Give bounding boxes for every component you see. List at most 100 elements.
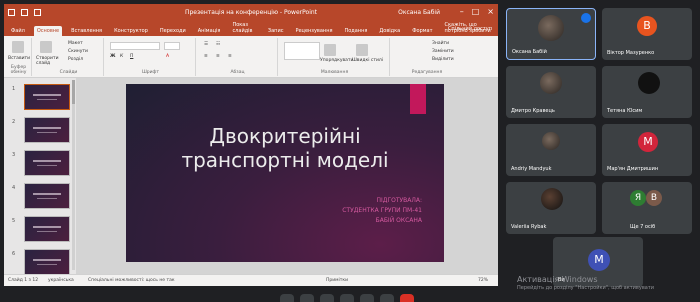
align-right-icon[interactable]: ≡ [228, 54, 232, 59]
participant-name: Valeriia Rybak [511, 224, 547, 230]
close-icon[interactable]: × [487, 7, 494, 16]
participant-tile[interactable]: Оксана Бабій [506, 8, 596, 60]
slide-counter: Слайд 1 з 12 [8, 278, 39, 283]
participant-tile[interactable]: Andriy Mandyuk [506, 124, 596, 176]
participant-name: Віктор Мазуренко [607, 50, 655, 56]
camera-icon[interactable] [300, 294, 314, 302]
accessibility-status[interactable]: Спеціальні можливості: щось не так [88, 278, 175, 283]
font-size-field[interactable] [164, 42, 180, 50]
thumbnails-scrollbar[interactable] [72, 80, 75, 270]
captions-icon[interactable] [320, 294, 334, 302]
italic-icon[interactable]: К [120, 54, 123, 59]
avatar: M [588, 249, 610, 271]
slide-thumbnail-2[interactable] [24, 117, 70, 143]
language-indicator[interactable]: українська [48, 278, 74, 283]
participant-tile[interactable]: М Мар'ян Дмитришин [602, 124, 692, 176]
tab-format[interactable]: Формат [409, 26, 435, 36]
paste-button[interactable]: Вставити [8, 56, 30, 61]
end-call-icon[interactable] [400, 294, 414, 302]
participant-tile[interactable]: В Віктор Мазуренко [602, 8, 692, 60]
slide-thumbnail-1[interactable] [24, 84, 70, 110]
slide-title-line-1: Двокритерійні [209, 124, 361, 148]
underline-icon[interactable]: П [130, 54, 133, 59]
quick-styles-button[interactable]: Швидкі стилі [352, 58, 386, 63]
avatar: В [646, 190, 662, 206]
avatar: М [638, 132, 658, 152]
tab-transitions[interactable]: Переходи [157, 26, 189, 36]
tab-view[interactable]: Подання [341, 26, 370, 36]
font-name-field[interactable] [110, 42, 160, 50]
shapes-gallery[interactable] [284, 42, 320, 60]
bullets-icon[interactable]: ☰ [204, 42, 208, 47]
select-button[interactable]: Виділити [432, 57, 454, 62]
maximize-icon[interactable]: □ [472, 7, 480, 16]
slide-thumbnail-3[interactable] [24, 150, 70, 176]
call-controls [280, 294, 414, 302]
layout-button[interactable]: Макет [68, 41, 83, 46]
tab-review[interactable]: Рецензування [292, 26, 335, 36]
thumb-number: 5 [12, 218, 16, 224]
replace-button[interactable]: Замінити [432, 49, 454, 54]
microphone-icon[interactable] [280, 294, 294, 302]
font-color-icon[interactable]: A [166, 54, 169, 59]
align-center-icon[interactable]: ≡ [216, 54, 220, 59]
raise-hand-icon[interactable] [340, 294, 354, 302]
present-icon[interactable] [360, 294, 374, 302]
section-button[interactable]: Розділ [68, 57, 83, 62]
ribbon-home: Вставити Буфер обміну Створити слайд Мак… [4, 36, 498, 78]
editing-group-label: Редагування [411, 70, 443, 75]
participant-tile[interactable]: Дмитро Кравець [506, 66, 596, 118]
bold-icon[interactable]: Ж [110, 54, 116, 59]
tab-design[interactable]: Конструктор [111, 26, 151, 36]
avatar [538, 15, 564, 41]
slide-thumbnail-6[interactable] [24, 249, 70, 275]
slide-subtitle[interactable]: ПІДГОТУВАЛА: СТУДЕНТКА ГРУПИ ПМ-41 БАБІЙ… [342, 196, 422, 226]
participant-name: Оксана Бабій [512, 49, 547, 55]
minimize-icon[interactable]: – [460, 7, 464, 16]
thumb-number: 4 [12, 185, 16, 191]
current-slide[interactable]: Двокритерійні транспортні моделі ПІДГОТУ… [126, 84, 444, 262]
font-group-label: Шрифт [141, 70, 160, 75]
new-slide-icon[interactable] [40, 41, 52, 55]
tab-help[interactable]: Довідка [376, 26, 403, 36]
quick-styles-icon[interactable] [356, 44, 368, 58]
slide-title[interactable]: Двокритерійні транспортні моделі [126, 124, 444, 172]
zoom-level[interactable]: 72% [478, 278, 488, 283]
numbering-icon[interactable]: ☷ [216, 42, 220, 47]
drawing-group-label: Малювання [320, 70, 349, 75]
notes-button[interactable]: Примітки [326, 278, 348, 283]
participant-name: Дмитро Кравець [511, 108, 555, 114]
new-slide-button[interactable]: Створити слайд [36, 56, 62, 66]
tab-record[interactable]: Запис [265, 26, 287, 36]
find-button[interactable]: Знайти [432, 41, 449, 46]
participant-tile[interactable]: Valeriia Rybak [506, 182, 596, 234]
slide-editor: Двокритерійні транспортні моделі ПІДГОТУ… [76, 78, 498, 274]
share-button[interactable]: Спільний доступ [448, 26, 492, 32]
paste-icon[interactable] [12, 41, 24, 55]
user-name[interactable]: Оксана Бабій [398, 9, 440, 16]
slide-subtitle-line-3: БАБІЙ ОКСАНА [375, 217, 422, 224]
tab-home[interactable]: Основне [33, 26, 63, 36]
more-participants-tile[interactable]: Я В Ще 7 осіб [602, 182, 692, 234]
slide-thumbnail-5[interactable] [24, 216, 70, 242]
window-controls: – □ × [460, 7, 494, 16]
tab-file[interactable]: Файл [8, 26, 28, 36]
tab-animations[interactable]: Анімація [195, 26, 224, 36]
powerpoint-window: Презентація на конференцію - PowerPoint … [4, 4, 498, 286]
tab-slideshow[interactable]: Показ слайдів [229, 20, 258, 36]
slide-thumbnail-4[interactable] [24, 183, 70, 209]
paragraph-group-label: Абзац [230, 70, 245, 75]
slide-accent-bar [410, 84, 426, 114]
slides-group: Створити слайд Макет Скинути Розділ Слай… [34, 38, 104, 76]
align-left-icon[interactable]: ≡ [204, 54, 208, 59]
reset-button[interactable]: Скинути [68, 49, 88, 54]
windows-activation-watermark: Активація Windows Перейдіть до розділу "… [517, 275, 654, 291]
arrange-button[interactable]: Упорядкувати [320, 58, 353, 63]
arrange-icon[interactable] [324, 44, 336, 58]
avatar [540, 72, 562, 94]
tab-insert[interactable]: Вставлення [68, 26, 105, 36]
editing-group: Знайти Замінити Виділити Редагування [392, 38, 462, 76]
participant-tile[interactable]: Тетяна Юсим [602, 66, 692, 118]
more-options-icon[interactable] [380, 294, 394, 302]
thumb-number: 1 [12, 86, 16, 92]
